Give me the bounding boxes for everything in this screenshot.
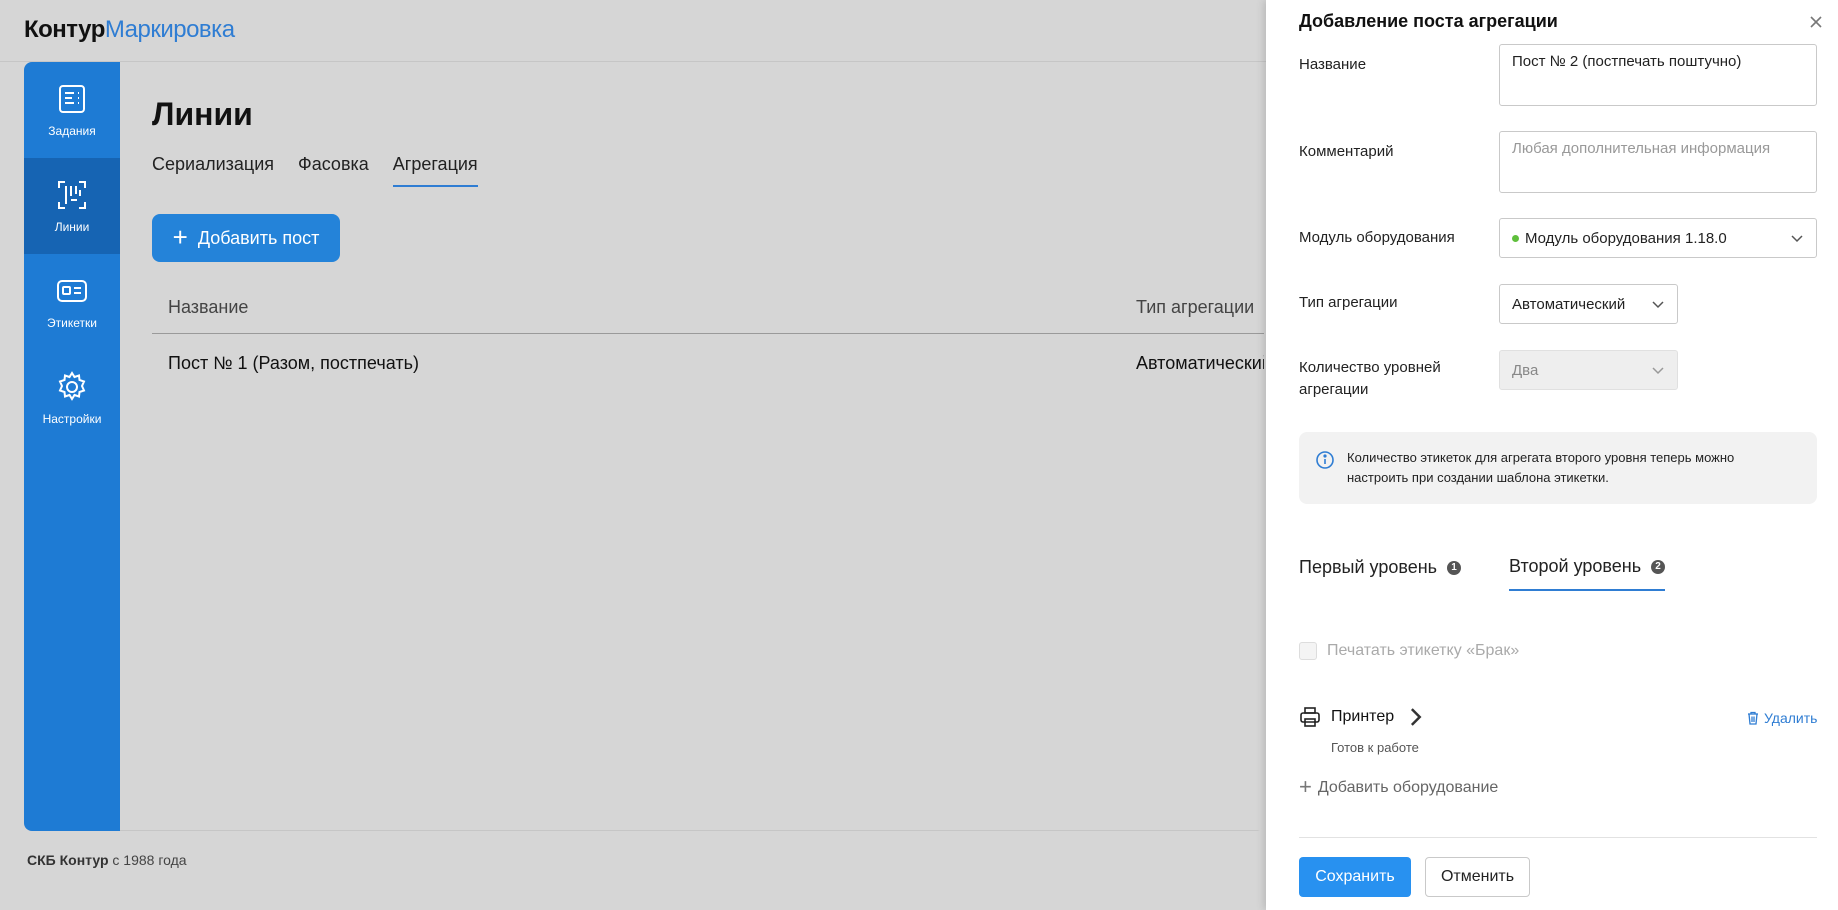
module-select-value: Модуль оборудования 1.18.0 [1525, 229, 1727, 247]
info-banner: Количество этикеток для агрегата второго… [1299, 432, 1817, 504]
chevron-down-icon [1652, 367, 1664, 375]
logo-brand: Контур [24, 16, 105, 43]
delete-printer-button[interactable]: Удалить [1746, 710, 1817, 726]
footer-since: с 1988 года [112, 852, 187, 868]
delete-label: Удалить [1764, 710, 1818, 726]
plus-icon: + [1299, 774, 1312, 799]
sidebar-item-settings[interactable]: Настройки [24, 350, 120, 446]
tab-first-level[interactable]: Первый уровень 1 [1299, 556, 1462, 591]
comment-field[interactable]: Любая дополнительная информация [1499, 131, 1817, 193]
module-select[interactable]: Модуль оборудования 1.18.0 [1499, 218, 1817, 258]
sidebar: Задания Линии Этикетки Настройки [24, 62, 120, 831]
info-icon [1316, 451, 1334, 469]
chevron-down-icon [1652, 301, 1664, 309]
footer-company: СКБ Контур [27, 852, 109, 868]
tab-second-level[interactable]: Второй уровень 2 [1509, 556, 1666, 591]
add-equipment-button[interactable]: + Добавить оборудование [1299, 774, 1499, 799]
tab-packing[interactable]: Фасовка [298, 154, 369, 187]
tab-second-level-label: Второй уровень [1509, 556, 1642, 576]
printer-label: Принтер [1331, 708, 1395, 725]
add-post-label: Добавить пост [197, 227, 320, 248]
label-icon [57, 280, 87, 302]
levels-value: Два [1512, 361, 1539, 379]
printer-icon [1300, 707, 1320, 727]
print-defect-checkbox [1299, 642, 1317, 660]
level-tabs: Первый уровень 1 Второй уровень 2 [1299, 556, 1666, 591]
sidebar-item-labels[interactable]: Этикетки [24, 254, 120, 350]
tab-first-level-label: Первый уровень [1299, 557, 1438, 577]
table-cell-name: Пост № 1 (Разом, постпечать) [168, 352, 419, 373]
tabs: Сериализация Фасовка Агрегация [152, 154, 478, 187]
level-badge: 1 [1447, 560, 1462, 575]
sidebar-item-label: Этикетки [47, 316, 97, 330]
comment-label: Комментарий [1299, 143, 1394, 160]
sidebar-item-tasks[interactable]: Задания [24, 62, 120, 158]
level-badge: 2 [1651, 559, 1666, 574]
page-title: Линии [152, 96, 253, 132]
chevron-down-icon [1791, 235, 1803, 243]
aggregation-type-select[interactable]: Автоматический [1499, 284, 1678, 324]
footer: СКБ Контур с 1988 года [27, 852, 187, 868]
column-header-aggregation-type[interactable]: Тип агрегации [1136, 297, 1264, 318]
levels-label: Количество уровней агрегации [1299, 359, 1441, 398]
add-post-button[interactable]: + Добавить пост [152, 214, 340, 262]
table-row[interactable]: Пост № 1 (Разом, постпечать) Автоматичес… [152, 334, 1264, 392]
logo[interactable]: КонтурМаркировка [24, 16, 235, 44]
sidebar-item-lines[interactable]: Линии [24, 158, 120, 254]
chevron-right-icon [1411, 708, 1422, 726]
module-label: Модуль оборудования [1299, 229, 1455, 246]
print-defect-checkbox-row: Печатать этикетку «Брак» [1299, 642, 1519, 660]
aggregation-type-label: Тип агрегации [1299, 294, 1398, 311]
sidebar-item-label: Линии [54, 220, 90, 234]
tab-aggregation[interactable]: Агрегация [392, 154, 478, 187]
add-aggregation-post-panel: Добавление поста агрегации Название Пост… [1266, 0, 1838, 910]
close-icon[interactable] [1806, 12, 1826, 32]
table-cell-aggregation-type: Автоматический [1136, 352, 1264, 373]
lines-icon [58, 181, 86, 209]
name-label: Название [1299, 56, 1367, 73]
plus-icon: + [172, 222, 188, 252]
divider [1299, 837, 1817, 838]
sidebar-item-label: Настройки [42, 412, 102, 426]
save-button[interactable]: Сохранить [1299, 857, 1411, 897]
printer-item[interactable]: Принтер [1299, 706, 1426, 728]
app-card: Задания Линии Этикетки Настройки Линии С… [24, 62, 1264, 831]
logo-product: Маркировка [104, 16, 235, 43]
table-header: Название Тип агрегации [152, 282, 1264, 334]
add-equipment-label: Добавить оборудование [1317, 779, 1499, 796]
aggregation-type-value: Автоматический [1512, 295, 1626, 313]
printer-status: Готов к работе [1331, 740, 1419, 755]
info-text: Количество этикеток для агрегата второго… [1347, 450, 1735, 485]
print-defect-label: Печатать этикетку «Брак» [1327, 642, 1520, 659]
trash-icon [1748, 711, 1758, 725]
main-content: Линии Сериализация Фасовка Агрегация + Д… [120, 62, 1264, 831]
status-dot-icon [1512, 234, 1519, 242]
posts-table: Название Тип агрегации Пост № 1 (Разом, … [152, 282, 1264, 392]
cancel-button[interactable]: Отменить [1425, 857, 1530, 897]
tasks-icon [59, 85, 85, 113]
tab-serialization[interactable]: Сериализация [152, 154, 274, 187]
panel-title: Добавление поста агрегации [1299, 11, 1558, 31]
name-field[interactable]: Пост № 2 (постпечать поштучно) [1499, 44, 1817, 106]
gear-icon [58, 371, 86, 401]
column-header-name[interactable]: Название [152, 297, 1136, 318]
sidebar-item-label: Задания [48, 124, 96, 138]
levels-select: Два [1499, 350, 1678, 390]
